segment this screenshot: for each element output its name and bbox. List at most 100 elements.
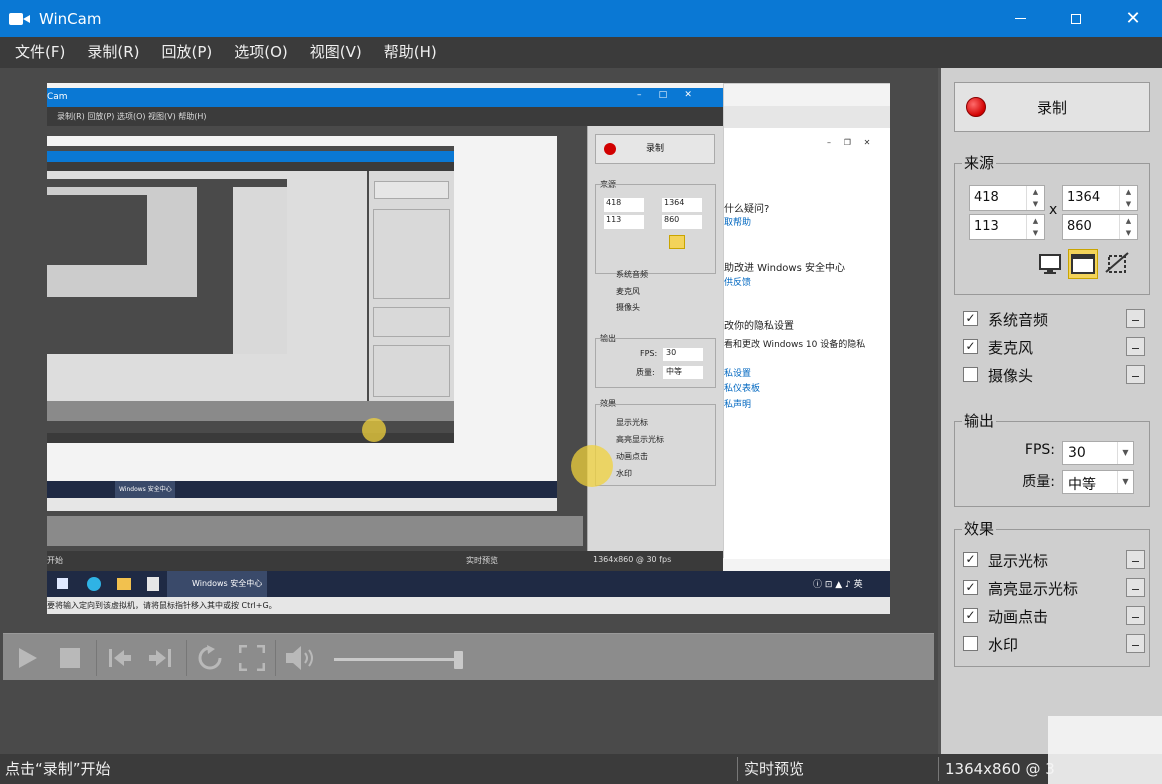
region-icon: [1105, 252, 1129, 273]
microphone-checkbox[interactable]: ✓: [963, 339, 978, 354]
help-question: 什么疑问?: [724, 204, 770, 215]
menu-bar: 文件(F) 录制(R) 回放(P) 选项(O) 视图(V) 帮助(H): [0, 37, 1162, 68]
loop-button[interactable]: [195, 634, 225, 681]
show-cursor-settings-button[interactable]: [1126, 550, 1145, 569]
spin-down-icon: ▼: [1125, 229, 1132, 237]
fps-label: FPS:: [1024, 442, 1055, 458]
nested-record-button: 录制: [595, 134, 715, 164]
show-cursor-row: ✓ 显示光标: [963, 549, 1162, 571]
volume-slider-thumb[interactable]: [454, 651, 463, 669]
help-link[interactable]: 取帮助: [724, 215, 751, 228]
background-window: – ❐ ✕ 什么疑问? 取帮助 助改进 Windows 安全中心 供反馈 改你的…: [723, 83, 890, 559]
highlight-cursor-checkbox[interactable]: ✓: [963, 580, 978, 595]
status-bar: 点击“录制”开始 实时预览 1364x860 @ 3: [0, 754, 1162, 784]
highlight-cursor-settings-button[interactable]: [1126, 578, 1145, 597]
window-icon: [1071, 254, 1095, 274]
animate-click-label: 动画点击: [988, 608, 1049, 626]
times-sign: x: [1049, 202, 1058, 218]
webcam-checkbox[interactable]: [963, 367, 978, 382]
menu-options[interactable]: 选项(O): [223, 37, 299, 68]
animate-click-settings-button[interactable]: [1126, 606, 1145, 625]
privacy-statement-link[interactable]: 私声明: [724, 397, 751, 410]
security-center-window: – ❐ ✕ 什么疑问? 取帮助 助改进 Windows 安全中心 供反馈 改你的…: [724, 128, 890, 559]
play-button[interactable]: [13, 634, 43, 681]
privacy-heading: 改你的隐私设置: [724, 321, 794, 332]
close-icon: ✕: [1125, 7, 1141, 29]
width-input[interactable]: 1364 ▲ ▼: [1062, 185, 1138, 211]
skip-end-button[interactable]: [146, 634, 174, 681]
menu-file[interactable]: 文件(F): [4, 37, 76, 68]
nested-preview: Windows 安全中心: [47, 126, 587, 551]
spin-up-icon: ▲: [1125, 217, 1132, 225]
menu-playback[interactable]: 回放(P): [150, 37, 223, 68]
webcam-settings-button[interactable]: [1126, 365, 1145, 384]
cursor-highlight: [571, 445, 613, 487]
record-label: 录制: [1036, 98, 1067, 117]
skip-end-icon: [149, 648, 171, 667]
region-mode-button[interactable]: [1102, 249, 1132, 279]
spin-up-icon: ▲: [1032, 188, 1039, 196]
nested-title-bar: Cam – □ ✕: [47, 88, 723, 107]
menu-record[interactable]: 录制(R): [76, 37, 150, 68]
spin-up-icon: ▲: [1032, 217, 1039, 225]
spin-down-icon: ▼: [1032, 200, 1039, 208]
show-cursor-checkbox[interactable]: ✓: [963, 552, 978, 567]
window-title: WinCam: [39, 9, 102, 28]
loop-icon: [198, 644, 222, 669]
fps-select[interactable]: 30 ▼: [1062, 441, 1134, 465]
skip-start-icon: [109, 648, 131, 667]
menu-view[interactable]: 视图(V): [299, 37, 373, 68]
webcam-label: 摄像头: [988, 367, 1034, 385]
output-group: 输出 FPS: 30 ▼ 质量: 中等 ▼: [954, 412, 1150, 507]
privacy-settings-link[interactable]: 私设置: [724, 366, 751, 379]
system-audio-row: ✓ 系统音频: [963, 308, 1162, 330]
record-button[interactable]: 录制: [954, 82, 1150, 132]
quality-label: 质量:: [1022, 474, 1055, 490]
privacy-dashboard-link[interactable]: 私仪表板: [724, 381, 760, 394]
feedback-link[interactable]: 供反馈: [724, 275, 751, 288]
stop-button[interactable]: [57, 634, 83, 681]
improve-heading: 助改进 Windows 安全中心: [724, 263, 845, 274]
monitor-icon: [1039, 254, 1061, 274]
volume-slider-track[interactable]: [334, 658, 459, 661]
y-input[interactable]: 113 ▲ ▼: [969, 214, 1045, 240]
height-input[interactable]: 860 ▲ ▼: [1062, 214, 1138, 240]
watermark-settings-button[interactable]: [1126, 634, 1145, 653]
microphone-settings-button[interactable]: [1126, 337, 1145, 356]
animate-click-checkbox[interactable]: ✓: [963, 608, 978, 623]
fullscreen-button[interactable]: [237, 634, 267, 681]
quality-select[interactable]: 中等 ▼: [1062, 470, 1134, 494]
skip-start-button[interactable]: [106, 634, 134, 681]
nested-hint-bar: 要将输入定向到该虚拟机，请将鼠标指针移入其中或按 Ctrl+G。: [47, 597, 890, 614]
window-mode-button[interactable]: [1068, 249, 1098, 279]
spin-down-icon: ▼: [1032, 229, 1039, 237]
microphone-label: 麦克风: [988, 339, 1034, 357]
system-audio-checkbox[interactable]: ✓: [963, 311, 978, 326]
close-button[interactable]: ✕: [1105, 0, 1161, 37]
spin-down-icon: ▼: [1125, 200, 1132, 208]
nested-menu: 录制(R) 回放(P) 选项(O) 视图(V) 帮助(H): [47, 107, 723, 126]
volume-button[interactable]: [283, 634, 319, 681]
menu-help[interactable]: 帮助(H): [373, 37, 448, 68]
spin-up-icon: ▲: [1125, 188, 1132, 196]
captured-screen: – ❐ ✕ 什么疑问? 取帮助 助改进 Windows 安全中心 供反馈 改你的…: [47, 83, 890, 614]
maximize-button[interactable]: [1048, 0, 1104, 37]
system-audio-settings-button[interactable]: [1126, 309, 1145, 328]
watermark-row: 水印: [963, 633, 1162, 655]
system-audio-label: 系统音频: [988, 311, 1049, 329]
highlight-cursor-row: ✓ 高亮显示光标: [963, 577, 1162, 599]
webcam-row: 摄像头: [963, 364, 1162, 386]
playback-control-bar: [3, 633, 934, 680]
watermark-checkbox[interactable]: [963, 636, 978, 651]
settings-panel: 录制 来源 418 ▲▼ 1364 ▲▼ 113 ▲▼ 860 ▲▼ x: [938, 68, 1162, 754]
fullscreen-mode-button[interactable]: [1035, 249, 1065, 279]
playback-area: [0, 629, 938, 754]
source-group: 来源 418 ▲ ▼ 1364 ▲ ▼ 113 ▲ ▼ 860 ▲ ▼ x: [954, 154, 1150, 295]
show-cursor-label: 显示光标: [988, 552, 1049, 570]
minimize-button[interactable]: [992, 0, 1048, 37]
app-camera-icon: [9, 11, 31, 27]
x-input[interactable]: 418 ▲ ▼: [969, 185, 1045, 211]
overlay-patch: [1048, 716, 1162, 784]
nested-taskbar: Windows 安全中心 ⓘ ⊡ ▲ ♪ 英: [47, 571, 890, 597]
maximize-icon: [1071, 13, 1081, 24]
